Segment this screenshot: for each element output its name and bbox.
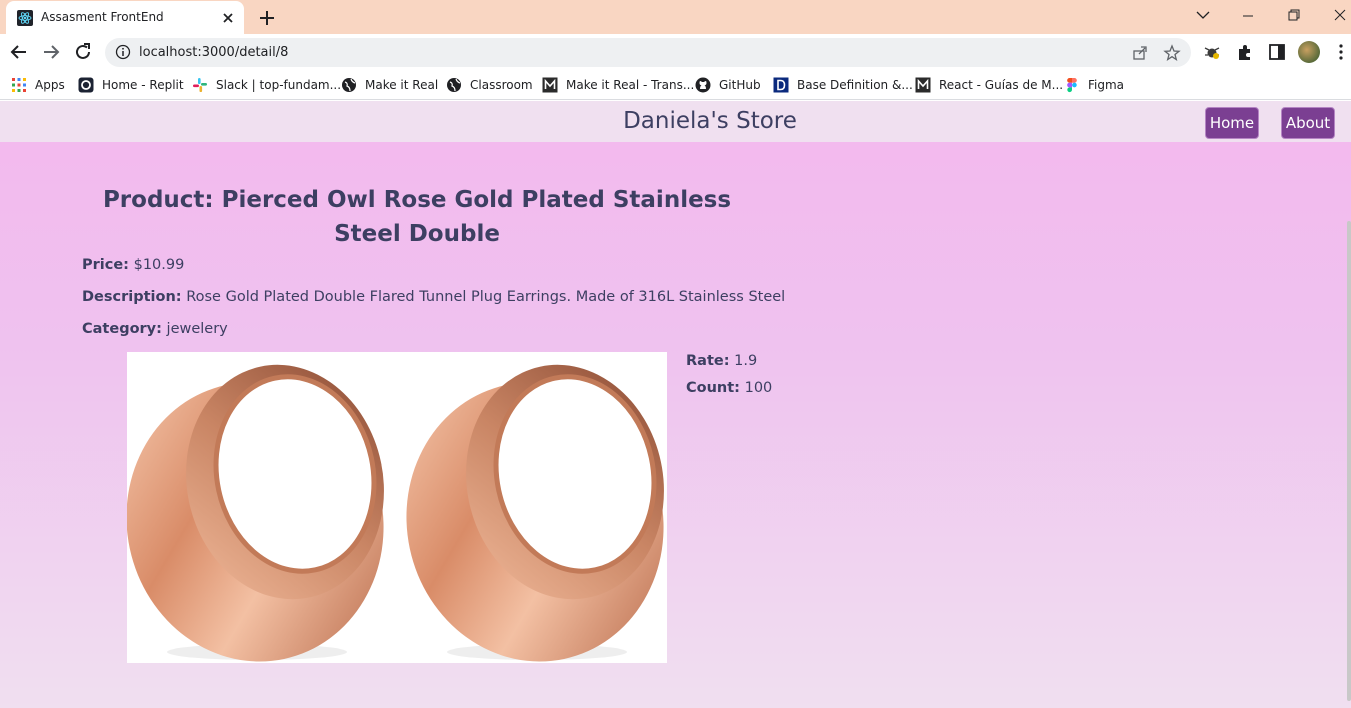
about-nav-button[interactable]: About xyxy=(1281,107,1335,139)
globe-icon xyxy=(447,78,461,92)
makeitreal-icon xyxy=(915,77,931,93)
reload-icon[interactable] xyxy=(70,39,96,65)
apps-grid-icon xyxy=(12,78,26,92)
url-text[interactable]: localhost:3000/detail/8 xyxy=(139,45,288,60)
site-header: Daniela's Store Home About xyxy=(0,101,1351,142)
home-nav-button[interactable]: Home xyxy=(1205,107,1259,139)
slack-icon xyxy=(193,78,207,92)
product-image xyxy=(127,352,667,663)
react-favicon-icon xyxy=(17,10,33,26)
github-icon xyxy=(695,77,711,93)
rose-gold-tunnel-plugs-image xyxy=(127,364,664,662)
price-label: Price: xyxy=(82,257,129,273)
profile-avatar[interactable] xyxy=(1298,41,1320,63)
bookmark-figma[interactable]: Figma xyxy=(1064,76,1124,94)
share-icon[interactable] xyxy=(1131,44,1149,62)
category-line: Category: jewelery xyxy=(82,321,228,337)
address-bar[interactable]: localhost:3000/detail/8 xyxy=(105,38,1191,67)
makeitreal-icon xyxy=(542,77,558,93)
back-arrow-icon[interactable] xyxy=(6,39,32,65)
bookmark-label: Base Definition &... xyxy=(797,78,913,92)
bookmark-replit[interactable]: Home - Replit xyxy=(78,76,184,94)
bookmark-label: React - Guías de M... xyxy=(939,78,1064,92)
menu-kebab-icon[interactable] xyxy=(1331,42,1351,62)
tab-title: Assasment FrontEnd xyxy=(41,10,164,24)
count-label: Count: xyxy=(686,380,740,396)
bookmark-make-it-real[interactable]: Make it Real xyxy=(341,76,438,94)
close-window-icon[interactable] xyxy=(1317,0,1351,32)
minimize-window-icon[interactable] xyxy=(1225,0,1271,32)
category-label: Category: xyxy=(82,321,162,337)
bookmark-label: Home - Replit xyxy=(102,78,184,92)
bookmark-react-guias[interactable]: React - Guías de M... xyxy=(915,76,1063,94)
side-panel-icon[interactable] xyxy=(1267,42,1287,62)
tab-search-chevron-icon[interactable] xyxy=(1180,0,1226,32)
bookmarks-bar: Apps Home - Replit Slack | top-fundam...… xyxy=(0,70,1351,100)
page-scrollbar[interactable] xyxy=(1347,221,1351,701)
bookmark-label: Classroom xyxy=(470,78,533,92)
bookmark-label: Slack | top-fundam... xyxy=(216,78,342,92)
bookmark-slack[interactable]: Slack | top-fundam... xyxy=(192,76,341,94)
rate-line: Rate: 1.9 xyxy=(686,353,757,369)
bookmark-label: Make it Real xyxy=(365,78,439,92)
bookmark-classroom[interactable]: Classroom xyxy=(446,76,533,94)
extension-bug-icon[interactable] xyxy=(1202,42,1222,62)
page-content: Daniela's Store Home About Product: Pier… xyxy=(0,101,1351,708)
bookmark-make-it-real-trans[interactable]: Make it Real - Trans... xyxy=(542,76,694,94)
bookmark-star-icon[interactable] xyxy=(1163,44,1181,62)
price-value: $10.99 xyxy=(133,257,185,273)
browser-tab-strip: Assasment FrontEnd xyxy=(0,0,1351,34)
rate-label: Rate: xyxy=(686,353,730,369)
bookmark-apps[interactable]: Apps xyxy=(11,76,65,94)
d-icon xyxy=(773,77,789,93)
browser-toolbar: localhost:3000/detail/8 xyxy=(0,34,1351,70)
bookmark-github[interactable]: GitHub xyxy=(695,76,761,94)
site-info-icon[interactable] xyxy=(115,44,131,60)
count-value: 100 xyxy=(744,380,773,396)
bookmark-label: Make it Real - Trans... xyxy=(566,78,695,92)
globe-icon xyxy=(342,78,356,92)
replit-icon xyxy=(78,77,94,93)
category-value: jewelery xyxy=(166,321,228,337)
new-tab-plus-icon[interactable] xyxy=(255,6,279,30)
description-label: Description: xyxy=(82,289,182,305)
description-line: Description: Rose Gold Plated Double Fla… xyxy=(82,289,785,305)
description-value: Rose Gold Plated Double Flared Tunnel Pl… xyxy=(186,289,786,305)
bookmark-label: Figma xyxy=(1088,78,1125,92)
close-tab-icon[interactable] xyxy=(218,8,238,28)
figma-icon xyxy=(1067,78,1077,93)
count-line: Count: 100 xyxy=(686,380,772,396)
bookmark-base-definition[interactable]: Base Definition &... xyxy=(773,76,913,94)
rate-value: 1.9 xyxy=(734,353,758,369)
forward-arrow-icon[interactable] xyxy=(38,39,64,65)
price-line: Price: $10.99 xyxy=(82,257,184,273)
restore-window-icon[interactable] xyxy=(1271,0,1317,32)
bookmark-label: Apps xyxy=(35,78,65,92)
bookmark-label: GitHub xyxy=(719,78,761,92)
product-title: Product: Pierced Owl Rose Gold Plated St… xyxy=(102,187,732,247)
store-title: Daniela's Store xyxy=(623,108,797,134)
browser-tab[interactable]: Assasment FrontEnd xyxy=(6,1,244,34)
extensions-puzzle-icon[interactable] xyxy=(1235,42,1255,62)
